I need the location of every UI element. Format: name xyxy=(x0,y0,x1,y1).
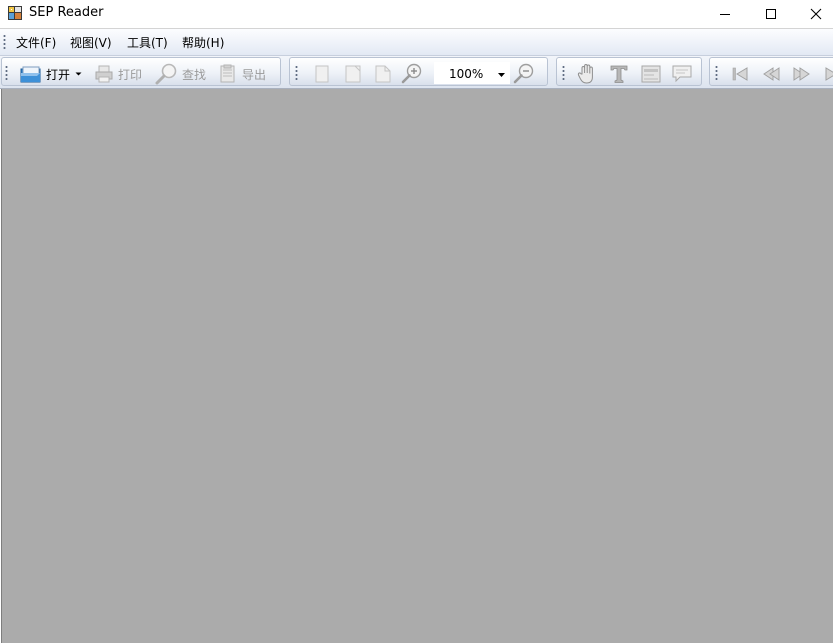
maximize-button[interactable] xyxy=(748,0,794,28)
print-label: 打印 xyxy=(118,67,143,82)
find-button[interactable]: 查找 xyxy=(154,63,207,85)
window-title: SEP Reader xyxy=(29,5,104,20)
menu-view[interactable]: 视图(V) xyxy=(70,34,112,51)
zoom-combobox[interactable]: 100% xyxy=(434,62,510,84)
snapshot-icon xyxy=(641,65,661,83)
text-select-button[interactable] xyxy=(609,64,629,84)
hand-tool-icon xyxy=(577,63,593,84)
minimize-icon xyxy=(720,14,730,15)
export-label: 导出 xyxy=(242,67,267,82)
export-document-icon xyxy=(220,64,235,83)
snapshot-button[interactable] xyxy=(640,64,662,84)
fit-width-button[interactable] xyxy=(344,64,362,84)
fit-page-icon xyxy=(375,65,391,83)
menu-help[interactable]: 帮助(H) xyxy=(182,34,224,51)
chevron-down-icon[interactable] xyxy=(74,70,83,78)
minimize-button[interactable] xyxy=(702,0,748,28)
hand-tool-button[interactable] xyxy=(576,63,598,84)
fit-page-button[interactable] xyxy=(374,64,392,84)
text-select-icon xyxy=(610,65,628,83)
find-label: 查找 xyxy=(182,67,207,82)
toolbar: 打开 打印 查找 导出 100% xyxy=(0,56,833,89)
document-viewport[interactable] xyxy=(1,89,833,643)
magnifier-icon xyxy=(155,63,177,85)
sep-reader-app-icon xyxy=(8,6,22,20)
title-bar[interactable]: SEP Reader xyxy=(0,0,833,29)
toolbar-grip[interactable] xyxy=(562,65,565,81)
open-button[interactable]: 打开 xyxy=(20,64,83,84)
next-page-button[interactable] xyxy=(792,64,812,84)
toolbar-grip[interactable] xyxy=(715,65,718,81)
chevron-down-icon[interactable] xyxy=(497,72,506,78)
last-page-icon xyxy=(825,67,833,81)
zoom-out-icon xyxy=(513,63,534,84)
last-page-button[interactable] xyxy=(823,64,833,84)
previous-page-button[interactable] xyxy=(761,64,781,84)
open-folder-icon xyxy=(20,66,41,83)
toolbar-tools-group xyxy=(556,57,702,86)
comment-button[interactable] xyxy=(671,64,693,84)
toolbar-grip[interactable] xyxy=(295,65,298,81)
maximize-icon xyxy=(766,9,776,19)
menu-grip[interactable] xyxy=(3,34,6,50)
toolbar-navigation-group xyxy=(709,57,833,86)
toolbar-view-group: 100% xyxy=(289,57,548,86)
single-page-button[interactable] xyxy=(314,64,330,84)
menu-file[interactable]: 文件(F) xyxy=(16,34,56,51)
previous-page-icon xyxy=(763,67,780,81)
first-page-button[interactable] xyxy=(730,64,750,84)
close-button[interactable] xyxy=(793,0,833,28)
single-page-icon xyxy=(315,65,329,83)
zoom-value: 100% xyxy=(449,67,484,81)
close-icon xyxy=(810,8,822,20)
printer-icon xyxy=(95,65,113,83)
next-page-icon xyxy=(793,67,810,81)
toolbar-file-group: 打开 打印 查找 导出 xyxy=(1,57,281,86)
menu-tools[interactable]: 工具(T) xyxy=(127,34,168,51)
comment-icon xyxy=(672,65,692,83)
open-label: 打开 xyxy=(46,67,71,82)
first-page-icon xyxy=(732,67,748,81)
menu-bar: 文件(F) 视图(V) 工具(T) 帮助(H) xyxy=(0,29,833,56)
zoom-in-icon xyxy=(401,63,422,84)
zoom-out-button[interactable] xyxy=(512,63,536,84)
fit-width-page-icon xyxy=(345,65,361,83)
toolbar-grip[interactable] xyxy=(5,65,8,81)
zoom-in-button[interactable] xyxy=(400,63,424,84)
print-button[interactable]: 打印 xyxy=(94,64,142,84)
export-button[interactable]: 导出 xyxy=(218,64,266,84)
